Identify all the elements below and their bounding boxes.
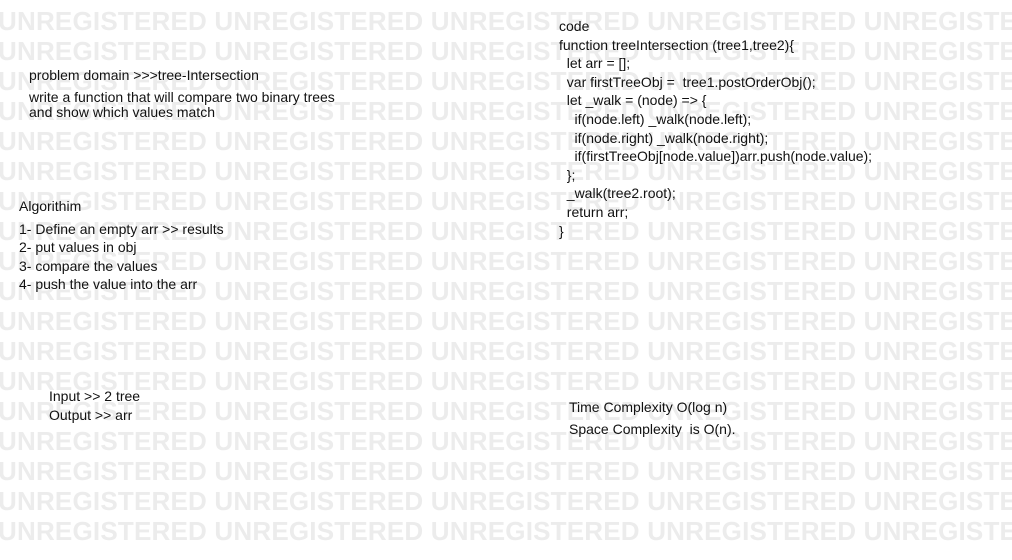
problem-description-line: write a function that will compare two b… <box>29 89 335 105</box>
watermark-row: UNREGISTERED UNREGISTERED UNREGISTERED U… <box>0 426 1012 456</box>
code-line: if(node.left) _walk(node.left); <box>559 110 752 127</box>
code-line: let _walk = (node) => { <box>559 92 707 109</box>
code-line: let arr = []; <box>559 55 631 72</box>
input-output-section: Input >> 2 tree Output >> arr <box>49 387 140 425</box>
algorithm-step: 3- compare the values <box>19 257 158 274</box>
space-complexity: Space Complexity is O(n). <box>569 420 736 437</box>
code-line: }; <box>559 166 576 183</box>
algorithm-step: 4- push the value into the arr <box>19 276 198 292</box>
algorithm-step: 1- Define an empty arr >> results <box>19 220 224 237</box>
algorithm-title: Algorithim <box>19 198 82 214</box>
watermark-row: UNREGISTERED UNREGISTERED UNREGISTERED U… <box>0 516 1012 546</box>
code-line: function treeIntersection (tree1,tree2){ <box>559 36 795 53</box>
watermark-row: UNREGISTERED UNREGISTERED UNREGISTERED U… <box>0 366 1012 396</box>
code-title: code <box>559 18 590 34</box>
watermark-row: UNREGISTERED UNREGISTERED UNREGISTERED U… <box>0 306 1012 336</box>
watermark-row: UNREGISTERED UNREGISTERED UNREGISTERED U… <box>0 336 1012 366</box>
complexity-section: Time Complexity O(log n) Space Complexit… <box>569 397 736 440</box>
watermark-row: UNREGISTERED UNREGISTERED UNREGISTERED U… <box>0 396 1012 426</box>
algorithm-section: Algorithim 1- Define an empty arr >> res… <box>19 197 224 294</box>
watermark-row: UNREGISTERED UNREGISTERED UNREGISTERED U… <box>0 456 1012 486</box>
watermark-row: UNREGISTERED UNREGISTERED UNREGISTERED U… <box>0 486 1012 516</box>
algorithm-step: 2- put values in obj <box>19 239 137 255</box>
problem-description-line: and show which values match <box>29 104 215 120</box>
code-line: _walk(tree2.root); <box>559 185 676 202</box>
problem-domain-section: problem domain >>>tree-Intersection writ… <box>29 67 335 120</box>
time-complexity: Time Complexity O(log n) <box>569 399 728 415</box>
code-line: var firstTreeObj = tree1.postOrderObj(); <box>559 73 816 90</box>
output-label: Output >> arr <box>49 407 133 423</box>
code-line: } <box>559 222 564 239</box>
code-line: return arr; <box>559 203 629 220</box>
problem-description: write a function that will compare two b… <box>29 90 335 120</box>
code-line: if(node.right) _walk(node.right); <box>559 129 769 146</box>
code-section: code function treeIntersection (tree1,tr… <box>559 17 872 240</box>
code-line: if(firstTreeObj[node.value])arr.push(nod… <box>559 148 873 165</box>
input-label: Input >> 2 tree <box>49 388 141 404</box>
problem-domain-title: problem domain >>>tree-Intersection <box>29 67 259 83</box>
